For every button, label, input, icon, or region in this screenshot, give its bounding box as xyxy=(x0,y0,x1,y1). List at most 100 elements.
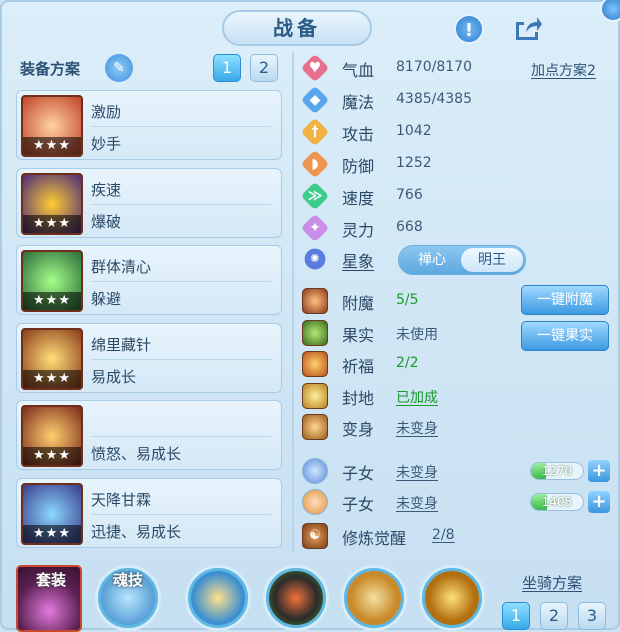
skill-card[interactable]: ★★★ 愤怒、易成长 xyxy=(16,400,282,470)
stat-value: 1252 xyxy=(396,155,432,171)
enhance-icon xyxy=(302,351,328,377)
mount-slot-3[interactable] xyxy=(344,568,404,628)
mount-slot-4[interactable] xyxy=(422,568,482,628)
stat-label: 速度 xyxy=(342,189,375,208)
child-status[interactable]: 未变身 xyxy=(396,493,438,513)
child-label: 子女 xyxy=(342,464,375,483)
skill-icon: ★★★ xyxy=(21,405,83,467)
constellation-option-mingwang[interactable]: 明王 xyxy=(461,248,523,272)
stat-value: 668 xyxy=(396,219,423,235)
panel-title: 战备 xyxy=(222,10,372,46)
stat-label: 魔法 xyxy=(342,93,375,112)
equipment-panel: 战备 ! 装备方案 ✎ 1 2 ★★★ 激励 妙手 ★★★ 疾速 爆破 ★★★ 群体清心 躲避 ★… xyxy=(0,0,620,632)
skill-separator xyxy=(91,281,271,282)
skill-icon: ★★★ xyxy=(21,250,83,312)
skill-name: 群体清心 xyxy=(91,258,152,276)
constellation-toggle[interactable]: 禅心 明王 xyxy=(398,245,526,275)
equip-scheme-label: 装备方案 xyxy=(20,60,81,78)
stat-label: 防御 xyxy=(342,157,375,176)
skill-name: 激励 xyxy=(91,103,122,121)
mount-scheme-3-button[interactable]: 3 xyxy=(578,602,606,630)
awaken-label: 修炼觉醒 xyxy=(342,529,407,548)
enhance-value: 已加成 xyxy=(396,389,438,406)
column-divider xyxy=(292,52,294,552)
skill-traits: 躲避 xyxy=(91,290,122,308)
skill-separator xyxy=(91,203,271,205)
enhance-icon xyxy=(302,319,328,346)
skill-traits: 易成长 xyxy=(91,367,137,386)
one-click-enchant-button[interactable]: 一键附魔 xyxy=(521,285,609,315)
stat-row: ◗ 防御 1252 xyxy=(300,149,612,179)
scheme-2-button[interactable]: 2 xyxy=(250,54,278,82)
mount-scheme-2-button[interactable]: 2 xyxy=(540,602,568,630)
stat-glyph: ◗ xyxy=(311,156,319,172)
enhance-value: 未变身 xyxy=(396,421,438,437)
help-button[interactable]: ! xyxy=(454,14,484,44)
child-add-button[interactable]: + xyxy=(588,460,610,482)
stat-value: 1042 xyxy=(396,123,432,139)
set-label: 套装 xyxy=(36,571,67,589)
star-rating: ★★★ xyxy=(23,214,81,233)
scheme-1-button[interactable]: 1 xyxy=(213,54,241,82)
child-progress-value: 1405 xyxy=(541,495,573,509)
point-plan-link[interactable]: 加点方案2 xyxy=(531,60,596,80)
star-rating: ★★★ xyxy=(23,447,81,465)
share-icon[interactable] xyxy=(512,14,542,44)
constellation-option-chanxin[interactable]: 禅心 xyxy=(401,248,463,272)
mount-slot-1[interactable] xyxy=(188,568,248,628)
child-add-button[interactable]: + xyxy=(588,491,610,513)
awaken-row: ☯ 修炼觉醒 2/8 xyxy=(302,522,612,550)
skill-separator xyxy=(91,436,271,437)
skill-traits: 迅捷、易成长 xyxy=(91,522,182,541)
one-click-fruit-button[interactable]: 一键果实 xyxy=(521,320,609,351)
stat-label: 灵力 xyxy=(342,221,375,240)
skill-card[interactable]: ★★★ 疾速 爆破 xyxy=(16,167,282,238)
pencil-icon: ✎ xyxy=(113,60,125,76)
child-icon xyxy=(302,489,328,515)
stat-glyph: ✦ xyxy=(309,220,321,236)
constellation-label[interactable]: 星象 xyxy=(342,248,374,272)
enhance-label: 附魔 xyxy=(342,294,375,313)
enhance-icon xyxy=(302,288,328,314)
skill-traits: 妙手 xyxy=(91,135,122,153)
skill-traits: 愤怒、易成长 xyxy=(91,445,182,463)
stat-glyph: ≫ xyxy=(307,188,323,204)
enhance-icon xyxy=(302,414,328,440)
skill-separator xyxy=(91,513,271,515)
stat-value: 766 xyxy=(396,187,423,203)
soul-skill-orb[interactable]: 魂技 xyxy=(98,568,158,628)
mount-scheme-1-button[interactable]: 1 xyxy=(502,602,530,630)
child-status[interactable]: 未变身 xyxy=(396,462,438,482)
skill-icon: ★★★ xyxy=(21,482,83,545)
mount-scheme-label[interactable]: 坐骑方案 xyxy=(522,572,582,593)
skill-card[interactable]: ★★★ 天降甘霖 迅捷、易成长 xyxy=(16,477,282,548)
constellation-icon: ✺ xyxy=(304,248,326,270)
stat-row: ◆ 魔法 4385/4385 xyxy=(300,85,612,115)
enhance-icon xyxy=(302,382,328,409)
set-equipment-slot[interactable]: 套装 xyxy=(16,565,82,632)
skill-name: 疾速 xyxy=(91,180,122,199)
mount-slot-2[interactable] xyxy=(266,568,326,628)
enhance-row: 封地 已加成 xyxy=(302,382,612,410)
skill-icon: ★★★ xyxy=(21,327,83,390)
enhance-value: 未使用 xyxy=(396,326,438,343)
enhance-value: 5/5 xyxy=(396,292,419,308)
enhance-label: 祈福 xyxy=(342,357,375,376)
awaken-value[interactable]: 2/8 xyxy=(432,527,455,543)
skill-card[interactable]: ★★★ 群体清心躲避 xyxy=(16,245,282,315)
stat-row: † 攻击 1042 xyxy=(300,117,612,147)
star-rating: ★★★ xyxy=(23,292,81,310)
enhance-row: 变身 未变身 xyxy=(302,413,612,441)
stat-row: ✦ 灵力 668 xyxy=(300,213,612,243)
edit-scheme-button[interactable]: ✎ xyxy=(105,54,133,82)
star-rating: ★★★ xyxy=(23,137,81,155)
child-progress-bar: 1270 xyxy=(530,462,584,480)
skill-card[interactable]: ★★★ 绵里藏针 易成长 xyxy=(16,322,282,393)
skill-icon: ★★★ xyxy=(21,95,83,157)
star-rating: ★★★ xyxy=(23,524,81,543)
stat-glyph: † xyxy=(311,124,319,140)
skill-separator xyxy=(91,126,271,127)
enhance-label: 果实 xyxy=(342,325,375,345)
skill-card[interactable]: ★★★ 激励妙手 xyxy=(16,90,282,160)
stat-glyph: ◆ xyxy=(309,92,321,108)
